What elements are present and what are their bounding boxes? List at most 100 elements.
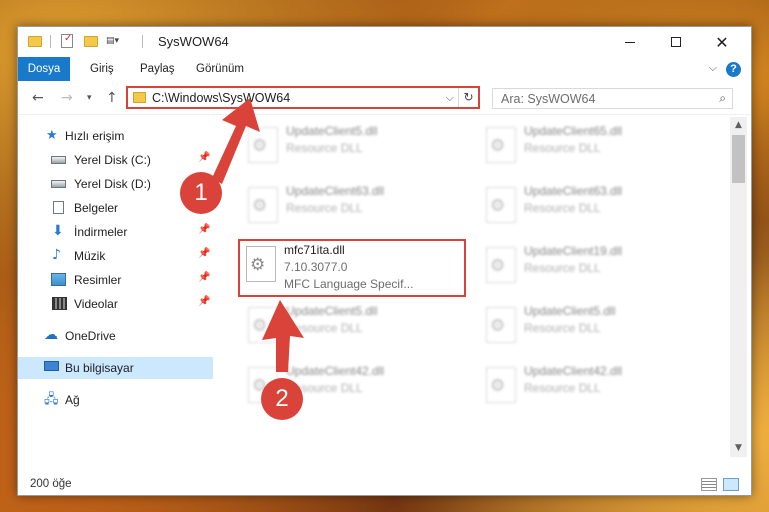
disk-icon xyxy=(51,156,66,164)
toolbar-divider xyxy=(50,35,51,48)
sidebar-item-label: Bu bilgisayar xyxy=(65,361,134,375)
picture-icon xyxy=(51,273,66,286)
file-name: UpdateClient5.dll xyxy=(286,304,378,318)
sidebar-item-label: Yerel Disk (D:) xyxy=(74,177,151,191)
up-button[interactable]: ↑ xyxy=(106,90,118,106)
item-count: 200 öğe xyxy=(30,478,72,490)
search-box[interactable]: Ara: SysWOW64 ⌕ xyxy=(492,88,733,109)
window-title: SysWOW64 xyxy=(158,34,229,49)
search-placeholder[interactable]: Ara: SysWOW64 xyxy=(501,92,595,106)
pin-icon[interactable]: 📌 xyxy=(198,152,210,163)
file-item[interactable]: UpdateClient5.dll Resource DLL xyxy=(240,121,470,177)
file-name: UpdateClient19.dll xyxy=(524,244,623,258)
dll-file-icon xyxy=(248,127,278,163)
sidebar-item-videos[interactable]: Videolar 📌 xyxy=(18,293,213,315)
sidebar-item-label: Ağ xyxy=(65,393,80,407)
tab-view[interactable]: Görünüm xyxy=(196,57,244,81)
dll-file-icon xyxy=(486,247,516,283)
title-bar: ▤▾ SysWOW64 ✕ xyxy=(18,27,751,57)
pin-icon[interactable]: 📌 xyxy=(198,248,210,259)
new-folder-icon[interactable] xyxy=(84,36,98,47)
disk-icon xyxy=(51,180,66,188)
vertical-scrollbar[interactable]: ▲ ▼ xyxy=(730,117,747,457)
pin-icon[interactable]: 📌 xyxy=(198,272,210,283)
large-icons-view-icon[interactable] xyxy=(723,478,739,491)
sidebar-item-label: Yerel Disk (C:) xyxy=(74,153,151,167)
sidebar-item-downloads[interactable]: ⬇ İndirmeler 📌 xyxy=(18,221,213,243)
tab-home[interactable]: Giriş xyxy=(90,57,114,81)
folder-icon xyxy=(133,92,146,103)
close-button[interactable]: ✕ xyxy=(699,27,745,57)
details-view-icon[interactable] xyxy=(701,478,717,491)
scroll-up-icon[interactable]: ▲ xyxy=(730,117,747,134)
toolbar-divider xyxy=(142,35,143,48)
forward-button[interactable]: → xyxy=(61,90,73,106)
navigation-bar: ← → ▾ ↑ C:\Windows\SysWOW64 ⌵ ↻ Ara: Sys… xyxy=(18,81,751,115)
file-item[interactable]: UpdateClient5.dll Resource DLL xyxy=(240,301,470,357)
music-icon: ♪ xyxy=(52,247,61,263)
navigation-pane: ★ Hızlı erişim Yerel Disk (C:) 📌 Yerel D… xyxy=(18,117,213,457)
file-item[interactable]: UpdateClient19.dll Resource DLL xyxy=(478,241,708,297)
search-icon[interactable]: ⌕ xyxy=(719,91,726,106)
network-icon: 🖧 xyxy=(44,392,59,407)
close-icon: ✕ xyxy=(715,32,729,52)
scrollbar-thumb[interactable] xyxy=(732,135,745,183)
minimize-button[interactable] xyxy=(607,27,653,57)
pin-icon[interactable]: 📌 xyxy=(198,224,210,235)
file-description: Resource DLL xyxy=(286,141,363,155)
sidebar-item-music[interactable]: ♪ Müzik 📌 xyxy=(18,245,213,267)
step-2-badge: 2 xyxy=(261,378,303,420)
pin-icon[interactable]: 📌 xyxy=(198,296,210,307)
sidebar-item-this-pc[interactable]: Bu bilgisayar xyxy=(18,357,213,379)
sidebar-item-pictures[interactable]: Resimler 📌 xyxy=(18,269,213,291)
computer-icon xyxy=(44,361,59,371)
file-item[interactable]: UpdateClient63.dll Resource DLL xyxy=(478,181,708,237)
sidebar-item-quick-access[interactable]: ★ Hızlı erişim xyxy=(18,125,213,147)
sidebar-item-label: OneDrive xyxy=(65,329,116,343)
file-item[interactable]: UpdateClient5.dll Resource DLL xyxy=(478,301,708,357)
address-bar[interactable]: C:\Windows\SysWOW64 ⌵ ↻ xyxy=(126,86,480,109)
scroll-down-icon[interactable]: ▼ xyxy=(730,440,747,457)
recent-locations-button[interactable]: ▾ xyxy=(87,93,92,103)
maximize-button[interactable] xyxy=(653,27,699,57)
back-button[interactable]: ← xyxy=(32,90,44,106)
dll-file-icon xyxy=(248,307,278,343)
properties-icon[interactable] xyxy=(61,33,73,48)
file-description: Resource DLL xyxy=(524,261,601,275)
dll-file-icon xyxy=(246,246,276,282)
dll-file-icon xyxy=(486,187,516,223)
sidebar-item-label: İndirmeler xyxy=(74,225,128,239)
file-list: UpdateClient5.dll Resource DLL UpdateCli… xyxy=(230,117,730,457)
file-item[interactable]: UpdateClient65.dll Resource DLL xyxy=(478,121,708,177)
refresh-button[interactable]: ↻ xyxy=(458,88,478,107)
sidebar-item-network[interactable]: 🖧 Ağ xyxy=(18,389,213,411)
download-icon: ⬇ xyxy=(52,223,64,239)
file-item[interactable]: UpdateClient63.dll Resource DLL xyxy=(240,181,470,237)
file-description: Resource DLL xyxy=(524,381,601,395)
folder-icon xyxy=(28,36,42,47)
sidebar-item-local-disk-c[interactable]: Yerel Disk (C:) 📌 xyxy=(18,149,213,171)
file-version: 7.10.3077.0 xyxy=(284,260,348,274)
chevron-down-icon[interactable]: ⌵ xyxy=(446,91,454,105)
file-name: UpdateClient5.dll xyxy=(524,304,616,318)
sidebar-item-label: Hızlı erişim xyxy=(65,129,125,143)
file-explorer-window: ▤▾ SysWOW64 ✕ Dosya Giriş Paylaş Görünüm… xyxy=(17,26,752,496)
file-description: Resource DLL xyxy=(286,321,363,335)
sidebar-item-onedrive[interactable]: ☁ OneDrive xyxy=(18,325,213,347)
expand-ribbon-icon[interactable]: ⌵ xyxy=(709,61,717,75)
customize-toolbar-icon[interactable]: ▤▾ xyxy=(106,36,119,52)
file-item-mfc71ita[interactable]: mfc71ita.dll 7.10.3077.0 MFC Language Sp… xyxy=(238,239,466,297)
file-description: Resource DLL xyxy=(524,201,601,215)
sidebar-item-label: Müzik xyxy=(74,249,106,263)
tab-file[interactable]: Dosya xyxy=(18,57,70,81)
address-path[interactable]: C:\Windows\SysWOW64 xyxy=(152,91,290,105)
document-icon xyxy=(53,201,64,214)
file-name: UpdateClient42.dll xyxy=(286,364,385,378)
file-description: Resource DLL xyxy=(524,321,601,335)
file-item[interactable]: UpdateClient42.dll Resource DLL xyxy=(478,361,708,417)
tab-share[interactable]: Paylaş xyxy=(140,57,175,81)
sidebar-item-label: Belgeler xyxy=(74,201,119,215)
dll-file-icon xyxy=(248,187,278,223)
help-icon[interactable]: ? xyxy=(726,62,741,77)
dll-file-icon xyxy=(486,127,516,163)
